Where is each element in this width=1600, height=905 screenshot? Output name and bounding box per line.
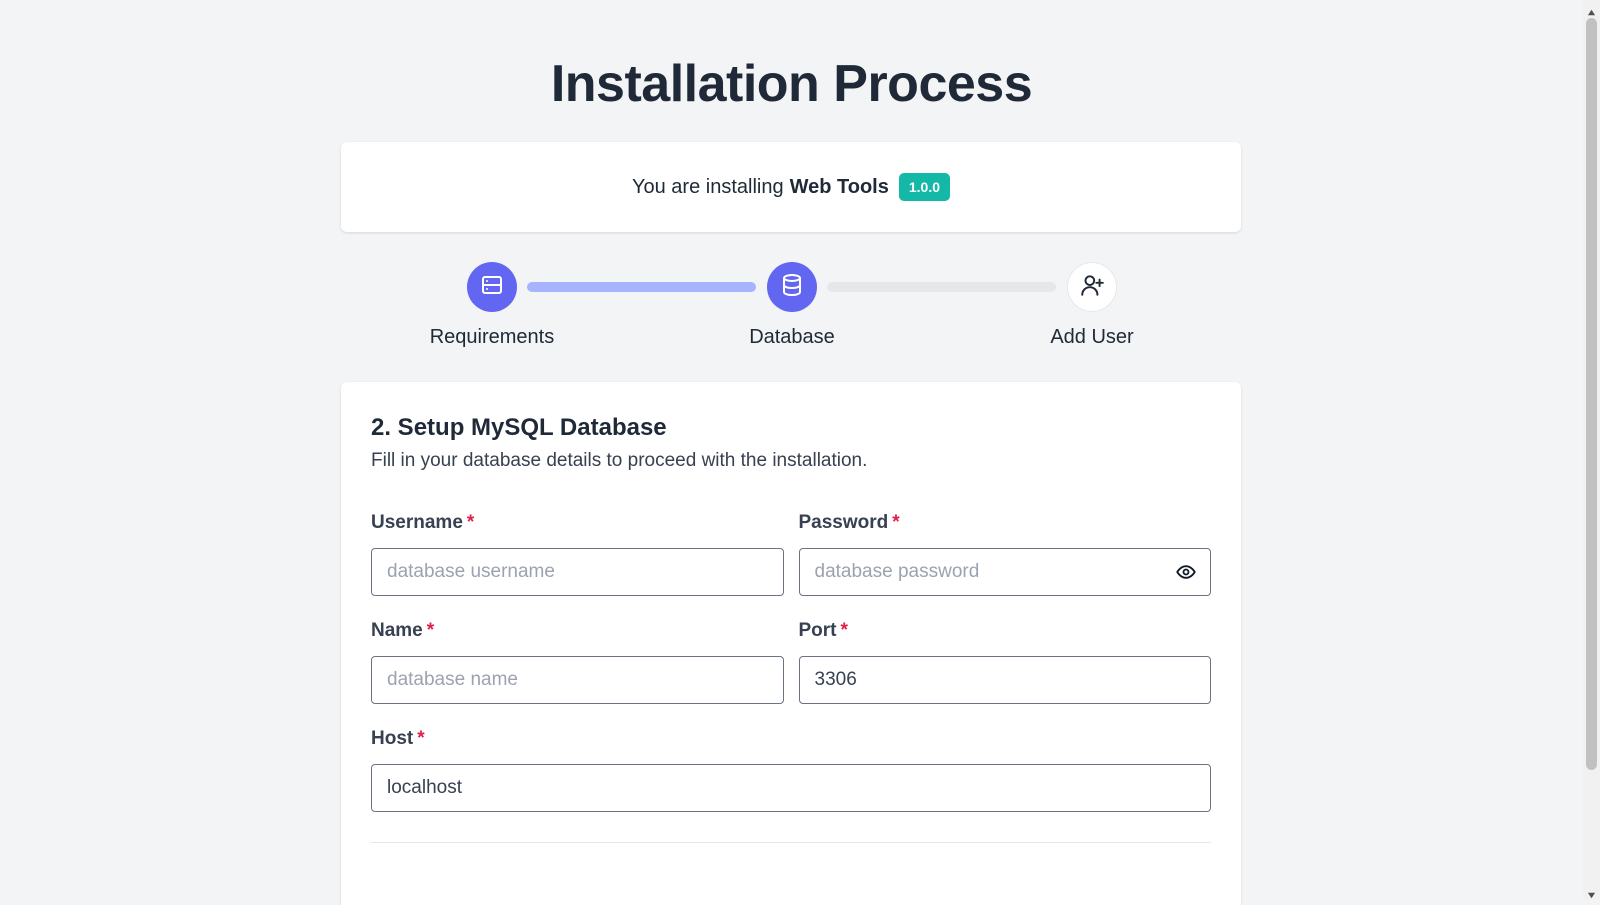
required-marker: * xyxy=(426,620,435,641)
step-requirements-circle xyxy=(467,262,517,312)
install-info-card: You are installing Web Tools 1.0.0 xyxy=(341,142,1241,232)
name-label: Name * xyxy=(371,620,435,641)
host-field-group: Host * xyxy=(371,728,1211,812)
password-input-wrapper xyxy=(798,548,1211,596)
version-badge: 1.0.0 xyxy=(898,173,950,201)
port-input[interactable] xyxy=(798,656,1211,704)
scroll-down-arrow-icon[interactable] xyxy=(1587,887,1596,899)
name-field-group: Name * xyxy=(371,620,784,704)
page-title: Installation Process xyxy=(550,55,1033,113)
step-database-circle xyxy=(767,262,817,312)
password-field-group: Password * xyxy=(798,512,1211,596)
user-plus-icon xyxy=(1079,272,1105,303)
required-marker: * xyxy=(840,620,848,641)
step-database: Database xyxy=(712,262,872,349)
progress-stepper: Requirements Database Add User xyxy=(0,262,1583,362)
form-title: 2. Setup MySQL Database xyxy=(371,414,667,441)
form-divider xyxy=(371,842,1211,843)
username-input[interactable] xyxy=(371,548,784,596)
database-name-input[interactable] xyxy=(371,656,784,704)
step-add-user-circle xyxy=(1067,262,1117,312)
scrollbar-thumb[interactable] xyxy=(1586,18,1597,770)
server-icon xyxy=(480,273,504,302)
port-label: Port * xyxy=(798,620,848,641)
password-label: Password * xyxy=(798,512,900,533)
host-label: Host * xyxy=(371,728,425,749)
username-field-group: Username * xyxy=(371,512,784,596)
vertical-scrollbar[interactable] xyxy=(1583,0,1600,900)
database-icon xyxy=(780,273,804,302)
product-name: Web Tools xyxy=(789,175,889,198)
step-database-label: Database xyxy=(749,326,835,348)
install-prefix-text: You are installing xyxy=(632,175,784,198)
required-marker: * xyxy=(466,512,475,533)
username-label: Username * xyxy=(371,512,475,533)
required-marker: * xyxy=(417,728,425,749)
password-input[interactable] xyxy=(798,548,1211,596)
database-form: Username* Password* xyxy=(371,512,1211,836)
installer-page: Installation Process You are installing … xyxy=(0,0,1583,905)
step-add-user: Add User xyxy=(1012,262,1172,349)
step-requirements-label: Requirements xyxy=(429,326,555,348)
form-subtitle: Fill in your database details to proceed… xyxy=(371,450,868,471)
required-marker: * xyxy=(892,512,900,533)
show-password-eye-icon[interactable] xyxy=(1175,561,1197,583)
host-input[interactable] xyxy=(371,764,1211,812)
scroll-up-arrow-icon[interactable] xyxy=(1587,4,1596,16)
port-field-group: Port * xyxy=(798,620,1211,704)
database-setup-card: 2. Setup MySQL Database Fill in your dat… xyxy=(341,382,1241,905)
step-add-user-label: Add User xyxy=(1050,326,1134,348)
step-requirements: Requirements xyxy=(412,262,572,349)
